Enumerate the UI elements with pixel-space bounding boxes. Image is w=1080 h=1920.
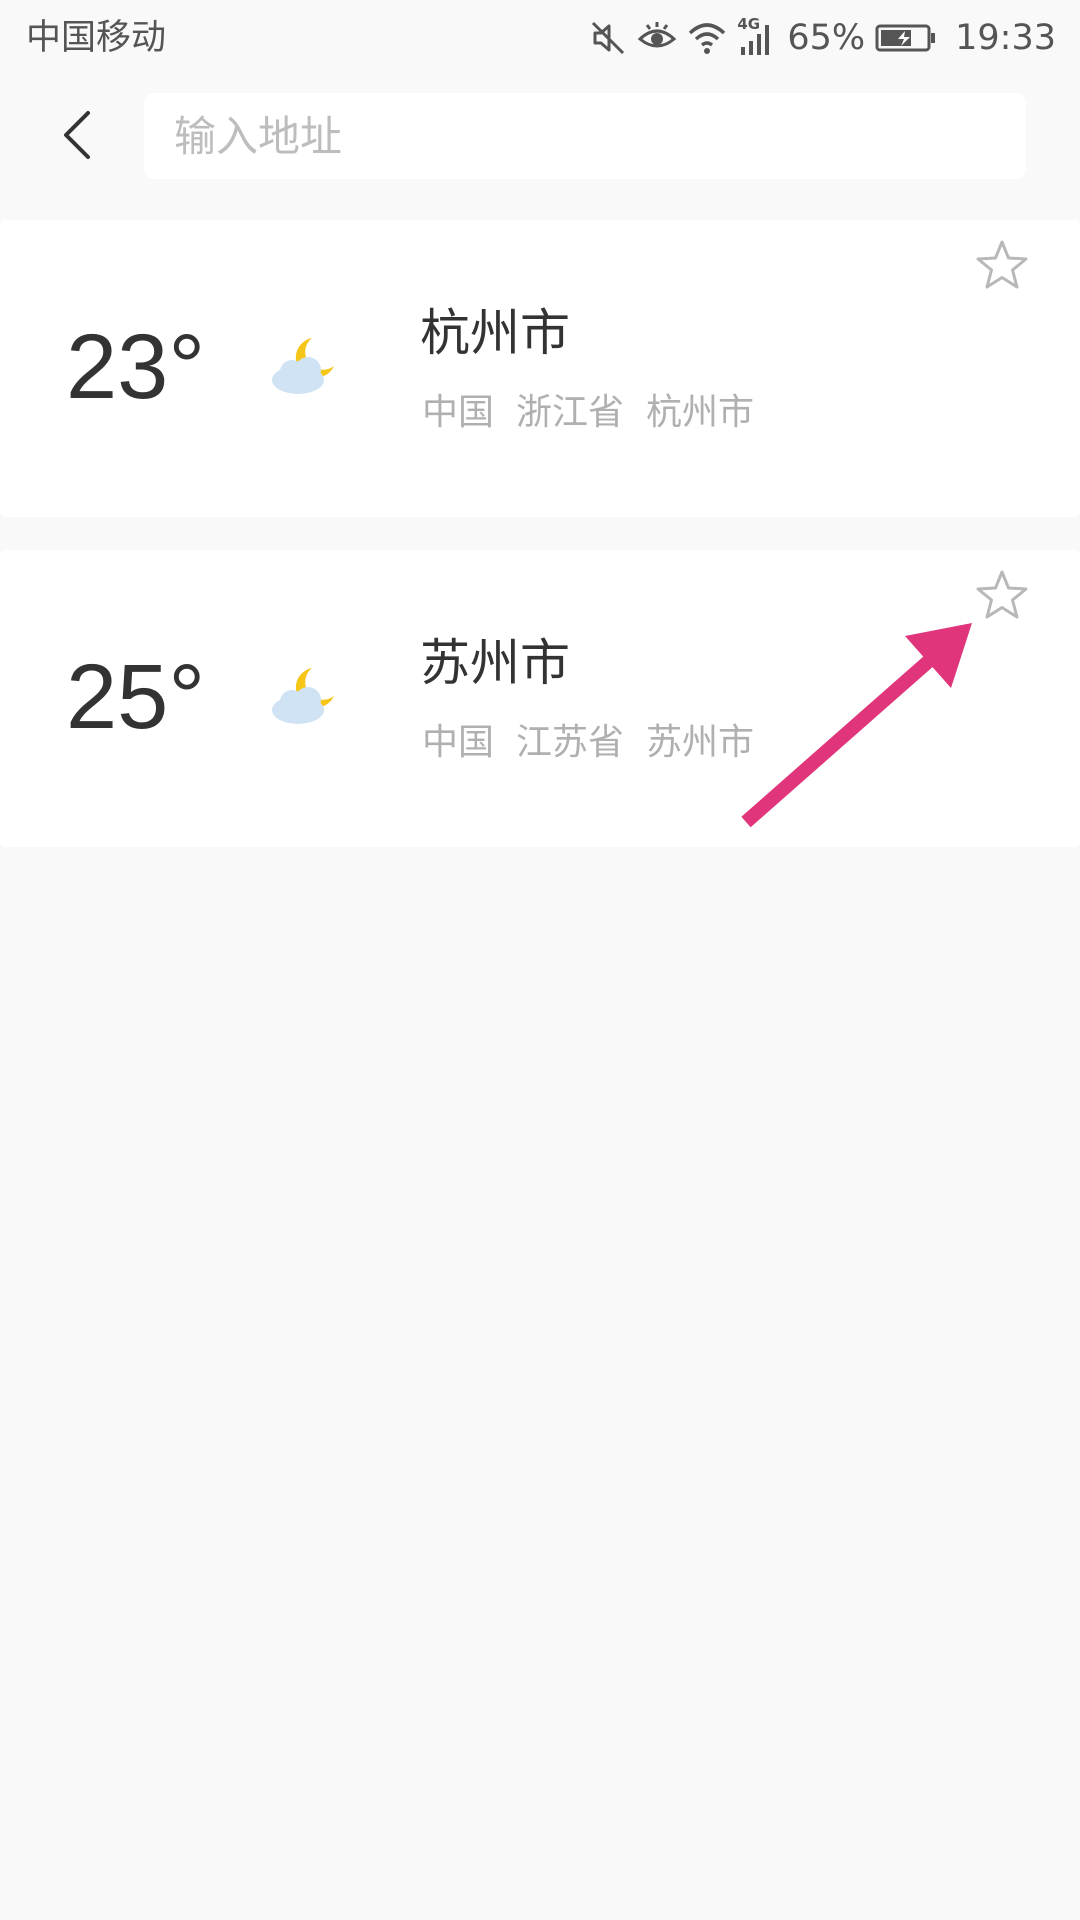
temperature: 25° <box>66 646 206 748</box>
city-name: 杭州市 <box>420 304 570 362</box>
star-outline-icon[interactable] <box>974 238 1030 294</box>
cloud-moon-icon <box>272 338 334 394</box>
status-icons: 4G 65% 19:33 <box>589 14 1056 62</box>
region-province: 江苏省 <box>516 722 625 763</box>
network-type-label: 4G <box>737 15 761 33</box>
battery-icon <box>875 19 937 57</box>
battery-percent: 65% <box>787 18 866 58</box>
region-path: 中国 浙江省 杭州市 <box>422 388 754 438</box>
star-outline-icon[interactable] <box>974 568 1030 624</box>
chevron-left-icon <box>64 111 90 159</box>
region-country: 中国 <box>422 392 495 433</box>
address-search-input[interactable] <box>172 110 1026 162</box>
signal-icon: 4G <box>737 15 775 57</box>
carrier-label: 中国移动 <box>26 18 167 58</box>
cloud-moon-icon <box>272 668 334 724</box>
eye-icon <box>637 19 677 57</box>
region-country: 中国 <box>422 722 495 763</box>
region-province: 浙江省 <box>516 392 625 433</box>
temperature: 23° <box>66 316 206 418</box>
city-card[interactable]: 25° 苏州市 中国 江苏省 苏州市 <box>0 550 1080 847</box>
search-box[interactable] <box>144 93 1026 179</box>
status-bar: 中国移动 4G 65% 19:33 <box>0 0 1080 76</box>
wifi-icon <box>687 19 727 57</box>
clock: 19:33 <box>955 18 1056 58</box>
region-city: 杭州市 <box>646 392 755 433</box>
screen: 中国移动 4G 65% 19:33 输入地址 23° 杭州市 中国 浙江省 杭州… <box>0 0 1080 1920</box>
region-city: 苏州市 <box>646 722 755 763</box>
back-button[interactable] <box>46 100 106 170</box>
region-path: 中国 江苏省 苏州市 <box>422 718 754 768</box>
city-name: 苏州市 <box>420 634 570 692</box>
city-card[interactable]: 23° 杭州市 中国 浙江省 杭州市 <box>0 220 1080 517</box>
mute-icon <box>589 19 627 57</box>
